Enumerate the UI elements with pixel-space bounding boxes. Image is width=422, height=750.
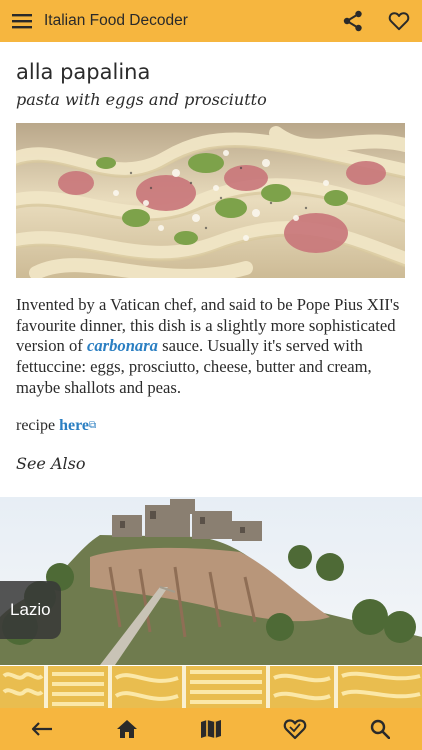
map-icon [200, 720, 221, 738]
external-link-icon: ⧉ [89, 419, 97, 431]
region-photo [0, 497, 422, 665]
dish-description: Invented by a Vatican chef, and said to … [16, 295, 408, 399]
favorites-button[interactable] [265, 708, 325, 750]
pasta-banner [0, 666, 422, 708]
app-title: Italian Food Decoder [44, 12, 188, 29]
see-also-card-lazio[interactable]: Lazio [0, 497, 422, 665]
home-icon [116, 720, 137, 738]
map-button[interactable] [181, 708, 241, 750]
search-button[interactable] [350, 708, 410, 750]
see-also-heading: See Also [16, 453, 86, 473]
menu-icon [12, 14, 32, 29]
region-label: Lazio [0, 581, 61, 639]
dish-subtitle: pasta with eggs and prosciutto [16, 90, 267, 109]
back-arrow-icon [32, 722, 53, 736]
heart-icon [284, 719, 307, 740]
recipe-link[interactable]: here [59, 417, 89, 434]
menu-button[interactable] [0, 0, 44, 42]
search-icon [370, 719, 390, 739]
bottom-nav [0, 708, 422, 750]
back-button[interactable] [12, 708, 72, 750]
app-bar: Italian Food Decoder [0, 0, 422, 42]
dish-photo [16, 123, 405, 278]
dish-detail: alla papalina pasta with eggs and prosci… [16, 42, 406, 473]
home-button[interactable] [97, 708, 157, 750]
recipe-label: recipe [16, 416, 60, 434]
carbonara-link[interactable]: carbonara [87, 336, 158, 355]
favorite-button[interactable] [376, 0, 422, 42]
heart-icon [388, 12, 410, 31]
recipe-line: recipe here⧉ [16, 416, 406, 436]
share-button[interactable] [330, 0, 376, 42]
share-icon [343, 10, 362, 32]
dish-name: alla papalina [16, 60, 151, 84]
